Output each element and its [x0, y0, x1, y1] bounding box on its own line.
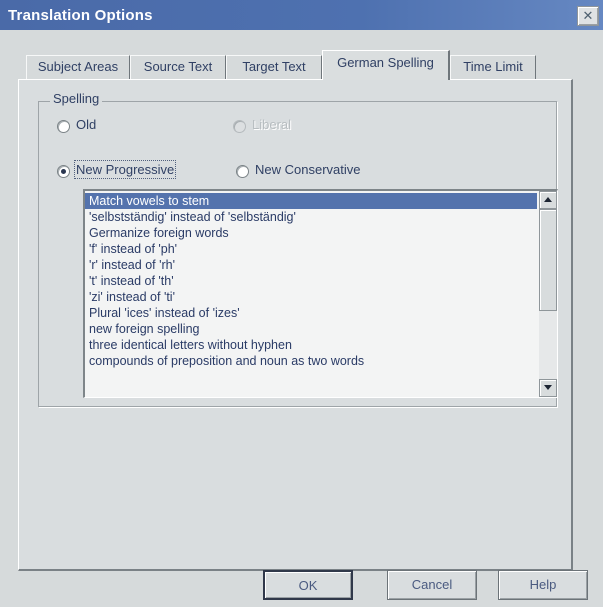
- list-scrollbar[interactable]: [539, 191, 557, 397]
- list-item[interactable]: 'f' instead of 'ph': [85, 241, 537, 257]
- translation-options-dialog: Translation Options ✕ Subject Areas Sour…: [0, 0, 603, 607]
- radio-selected-dot: [61, 169, 66, 174]
- radio-new-conservative-label[interactable]: New Conservative: [255, 162, 361, 177]
- spelling-rules-listbox[interactable]: Match vowels to stem 'selbstständig' ins…: [83, 189, 558, 398]
- scroll-down-button[interactable]: [539, 379, 557, 397]
- tab-label: Source Text: [143, 59, 213, 74]
- list-item[interactable]: compounds of preposition and noun as two…: [85, 353, 537, 369]
- list-item[interactable]: three identical letters without hyphen: [85, 337, 537, 353]
- arrow-down-icon: [544, 385, 552, 390]
- tab-time-limit[interactable]: Time Limit: [450, 55, 536, 79]
- list-item[interactable]: Plural 'ices' instead of 'izes': [85, 305, 537, 321]
- tab-label: Time Limit: [463, 59, 523, 74]
- tab-subject-areas[interactable]: Subject Areas: [26, 55, 130, 79]
- tab-label: German Spelling: [337, 55, 434, 70]
- list-item[interactable]: 'zi' instead of 'ti': [85, 289, 537, 305]
- list-item[interactable]: 'r' instead of 'rh': [85, 257, 537, 273]
- cancel-button[interactable]: Cancel: [387, 570, 477, 600]
- scroll-up-button[interactable]: [539, 191, 557, 209]
- help-button[interactable]: Help: [498, 570, 588, 600]
- arrow-up-icon: [544, 197, 552, 202]
- cancel-button-label: Cancel: [411, 577, 453, 592]
- list-item[interactable]: new foreign spelling: [85, 321, 537, 337]
- list-item-selected[interactable]: Match vowels to stem: [85, 193, 537, 209]
- tab-german-spelling[interactable]: German Spelling: [322, 50, 450, 80]
- radio-liberal-label: Liberal: [252, 117, 292, 132]
- scroll-thumb[interactable]: [539, 209, 557, 311]
- tab-label: Target Text: [242, 59, 306, 74]
- help-button-label: Help: [529, 577, 557, 592]
- radio-new-progressive[interactable]: [57, 165, 70, 178]
- spelling-group-label: Spelling: [50, 91, 103, 106]
- tab-target-text[interactable]: Target Text: [226, 55, 322, 79]
- ok-button[interactable]: OK: [263, 570, 353, 600]
- list-item[interactable]: 'selbstständig' instead of 'selbständig': [85, 209, 537, 225]
- list-item[interactable]: Germanize foreign words: [85, 225, 537, 241]
- radio-liberal: [233, 120, 246, 133]
- close-icon: ✕: [582, 8, 594, 23]
- tab-source-text[interactable]: Source Text: [130, 55, 226, 79]
- close-button[interactable]: ✕: [577, 6, 599, 26]
- title-bar: Translation Options ✕: [0, 0, 603, 30]
- list-items: Match vowels to stem 'selbstständig' ins…: [85, 193, 537, 369]
- radio-new-conservative[interactable]: [236, 165, 249, 178]
- ok-button-label: OK: [298, 578, 318, 593]
- list-item[interactable]: 't' instead of 'th': [85, 273, 537, 289]
- tab-label: Subject Areas: [37, 59, 119, 74]
- radio-old-label[interactable]: Old: [76, 117, 96, 132]
- window-title: Translation Options: [8, 7, 153, 24]
- radio-new-progressive-label[interactable]: New Progressive: [73, 160, 177, 179]
- radio-old[interactable]: [57, 120, 70, 133]
